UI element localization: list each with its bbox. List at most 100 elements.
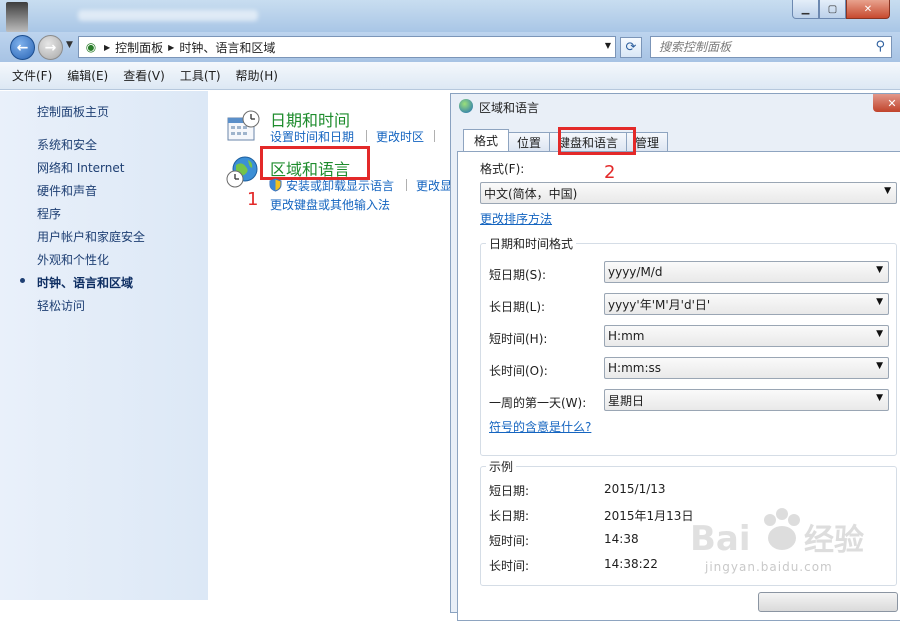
link-change-display[interactable]: 更改显 [416, 177, 452, 194]
first-day-dropdown[interactable]: 星期日 ▼ [604, 389, 889, 411]
annotation-box-2 [558, 127, 636, 155]
user-avatar [6, 2, 28, 32]
arrow-right-icon: → [44, 39, 57, 56]
calendar-clock-icon [227, 110, 260, 141]
long-date-dropdown[interactable]: yyyy'年'M'月'd'日' ▼ [604, 293, 889, 315]
example-long-date-label: 长日期: [489, 509, 530, 523]
back-button[interactable]: ← [10, 35, 35, 60]
tab-location[interactable]: 位置 [508, 132, 551, 151]
breadcrumb-separator-icon[interactable]: ▶ [168, 43, 174, 52]
short-time-dropdown[interactable]: H:mm ▼ [604, 325, 889, 347]
watermark-url: jingyan.baidu.com [705, 560, 833, 574]
change-sort-link[interactable]: 更改排序方法 [480, 210, 552, 227]
maximize-button[interactable]: ▢ [819, 0, 846, 19]
link-set-time-date[interactable]: 设置时间和日期 [270, 128, 354, 145]
sidebar-item-ease-of-access[interactable]: 轻松访问 [37, 297, 85, 314]
globe-icon [459, 99, 473, 113]
control-panel-icon: ◉ [85, 40, 97, 54]
menu-tools[interactable]: 工具(T) [180, 67, 221, 84]
example-long-time-value: 14:38:22 [604, 557, 658, 571]
active-bullet-icon [20, 278, 25, 283]
sidebar-item-home[interactable]: 控制面板主页 [37, 103, 109, 120]
sidebar-item-user-accounts[interactable]: 用户帐户和家庭安全 [37, 228, 145, 245]
sidebar-item-appearance[interactable]: 外观和个性化 [37, 251, 109, 268]
address-bar[interactable]: ◉ ▶ 控制面板 ▶ 时钟、语言和区域 ▼ [78, 36, 616, 58]
minimize-button[interactable]: ▁ [792, 0, 819, 19]
search-icon[interactable]: ⚲ [875, 39, 885, 54]
breadcrumb-clock-language-region[interactable]: 时钟、语言和区域 [179, 39, 275, 56]
first-day-value: 星期日 [608, 393, 645, 408]
format-label: 格式(F): [480, 162, 525, 176]
link-separator [434, 130, 435, 142]
forward-button[interactable]: → [38, 35, 63, 60]
first-day-label: 一周的第一天(W): [489, 396, 587, 410]
link-separator [406, 179, 407, 191]
close-button[interactable]: ✕ [846, 0, 890, 19]
chevron-down-icon: ▼ [876, 297, 883, 307]
short-date-dropdown[interactable]: yyyy/M/d ▼ [604, 261, 889, 283]
format-value: 中文(简体，中国) [484, 186, 578, 201]
sidebar: 控制面板主页 系统和安全 网络和 Internet 硬件和声音 程序 用户帐户和… [0, 91, 208, 600]
menu-help[interactable]: 帮助(H) [236, 67, 278, 84]
chevron-down-icon: ▼ [876, 361, 883, 371]
arrow-left-icon: ← [16, 39, 29, 56]
sidebar-item-system-security[interactable]: 系统和安全 [37, 136, 97, 153]
tab-formats[interactable]: 格式 [463, 129, 510, 151]
search-input[interactable] [659, 40, 859, 54]
chevron-down-icon: ▼ [876, 329, 883, 339]
menu-edit[interactable]: 编辑(E) [67, 67, 108, 84]
long-time-value: H:mm:ss [608, 361, 661, 375]
link-change-keyboard[interactable]: 更改键盘或其他输入法 [270, 196, 390, 213]
short-date-label: 短日期(S): [489, 268, 547, 282]
breadcrumb-control-panel[interactable]: 控制面板 [115, 39, 163, 56]
short-time-label: 短时间(H): [489, 332, 548, 346]
annotation-number-2: 2 [604, 162, 616, 183]
long-time-label: 长时间(O): [489, 364, 548, 378]
long-date-label: 长日期(L): [489, 300, 546, 314]
sidebar-item-clock-language-region[interactable]: 时钟、语言和区域 [37, 274, 133, 291]
refresh-button[interactable]: ⟳ [620, 37, 642, 58]
sidebar-item-network[interactable]: 网络和 Internet [37, 159, 124, 176]
search-box[interactable]: ⚲ [650, 36, 892, 58]
link-install-display-language[interactable]: 安装或卸载显示语言 [286, 177, 394, 194]
window-controls: ▁ ▢ ✕ [792, 0, 890, 19]
dialog-bottom-button[interactable] [758, 592, 898, 612]
short-date-value: yyyy/M/d [608, 265, 663, 279]
sidebar-item-hardware-sound[interactable]: 硬件和声音 [37, 182, 97, 199]
recent-pages-dropdown-icon[interactable]: ▼ [66, 40, 73, 50]
blurred-title-text [78, 10, 258, 21]
long-time-dropdown[interactable]: H:mm:ss ▼ [604, 357, 889, 379]
menu-view[interactable]: 查看(V) [123, 67, 165, 84]
navigation-bar: ← → ▼ ◉ ▶ 控制面板 ▶ 时钟、语言和区域 ▼ ⟳ ⚲ [0, 32, 900, 62]
menu-file[interactable]: 文件(F) [12, 67, 52, 84]
dialog-title: 区域和语言 [479, 101, 540, 115]
symbol-meaning-link[interactable]: 符号的含意是什么? [489, 418, 591, 435]
chevron-down-icon: ▼ [876, 393, 883, 403]
svg-text:经验: 经验 [804, 523, 864, 558]
example-long-date-value: 2015年1月13日 [604, 509, 694, 523]
close-icon: ✕ [887, 96, 897, 110]
dialog-close-button[interactable]: ✕ [873, 94, 900, 112]
example-long-time-label: 长时间: [489, 559, 530, 573]
datetime-format-group-title: 日期和时间格式 [486, 235, 577, 252]
example-short-date-label: 短日期: [489, 484, 530, 498]
format-dropdown[interactable]: 中文(简体，中国) ▼ [480, 182, 897, 204]
title-bar: ▁ ▢ ✕ [0, 0, 900, 32]
example-short-time-label: 短时间: [489, 534, 530, 548]
link-separator [366, 130, 367, 142]
example-short-date-value: 2015/1/13 [604, 482, 666, 496]
link-change-timezone[interactable]: 更改时区 [376, 128, 424, 145]
shield-icon [269, 178, 282, 192]
example-group-title: 示例 [486, 458, 517, 475]
annotation-number-1: 1 [247, 189, 259, 210]
breadcrumb-separator-icon[interactable]: ▶ [104, 43, 110, 52]
example-short-time-value: 14:38 [604, 532, 639, 546]
menu-bar: 文件(F) 编辑(E) 查看(V) 工具(T) 帮助(H) [0, 62, 900, 90]
chevron-down-icon: ▼ [876, 265, 883, 275]
globe-clock-icon [226, 156, 258, 188]
short-time-value: H:mm [608, 329, 645, 343]
address-dropdown-icon[interactable]: ▼ [605, 41, 611, 50]
chevron-down-icon: ▼ [884, 186, 891, 196]
sidebar-item-programs[interactable]: 程序 [37, 205, 61, 222]
annotation-box-1 [260, 146, 370, 180]
